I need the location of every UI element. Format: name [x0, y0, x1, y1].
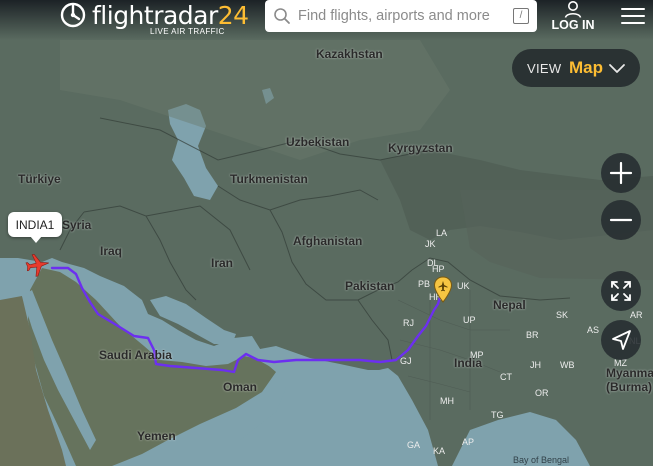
- view-selector[interactable]: VIEW Map: [512, 49, 640, 87]
- search-placeholder: Find flights, airports and more: [298, 8, 490, 24]
- state-code: BR: [526, 330, 539, 340]
- state-code: PB: [418, 279, 431, 289]
- state-code: GJ: [400, 356, 412, 366]
- login-button[interactable]: LOG IN: [550, 0, 596, 36]
- fullscreen-button[interactable]: [601, 271, 641, 311]
- label-iran: Iran: [211, 256, 234, 270]
- hamburger-menu-icon[interactable]: [621, 7, 645, 27]
- state-code: SK: [556, 310, 569, 320]
- state-code: AP: [462, 437, 475, 447]
- label-saudi-arabia: Saudi Arabia: [99, 348, 172, 362]
- state-code: JH: [530, 360, 541, 370]
- state-code: GA: [407, 440, 421, 450]
- zoom-in-icon: [609, 161, 633, 185]
- label-afghanistan: Afghanistan: [293, 234, 363, 248]
- search-shortcut-key: /: [513, 8, 529, 24]
- state-code: LA: [436, 228, 448, 238]
- locate-arrow-icon: [612, 330, 631, 350]
- flightradar24-logo[interactable]: flightradar24 LIVE AIR TRAFFIC: [60, 0, 249, 40]
- label-myanmar: Myanmar: [606, 366, 653, 380]
- zoom-out-button[interactable]: [601, 200, 641, 240]
- search-icon: [274, 8, 290, 24]
- label-turkiye: Türkiye: [18, 172, 61, 186]
- state-code: CT: [500, 372, 512, 382]
- logo-tagline: LIVE AIR TRAFFIC: [150, 27, 225, 36]
- state-code: JK: [425, 239, 436, 249]
- logo-number: 24: [217, 1, 249, 30]
- flight-callout[interactable]: INDIA1: [8, 212, 62, 243]
- state-code: DL: [427, 258, 439, 268]
- state-code: MH: [440, 396, 454, 406]
- state-code: AS: [587, 325, 600, 335]
- zoom-out-icon: [609, 218, 633, 222]
- logo-wordmark: flightradar: [92, 1, 218, 30]
- radar-logo-icon: [60, 2, 86, 28]
- label-syria: Syria: [62, 218, 92, 232]
- state-code: AR: [630, 310, 643, 320]
- state-code: OR: [535, 388, 549, 398]
- logo-text: flightradar24: [92, 1, 249, 30]
- fullscreen-icon: [611, 281, 631, 301]
- callout-tail: [30, 236, 42, 243]
- state-code: UP: [463, 315, 476, 325]
- airport-pin-icon[interactable]: [433, 276, 453, 304]
- state-code: RJ: [403, 318, 414, 328]
- view-label: VIEW: [527, 61, 562, 76]
- state-code: MP: [470, 350, 484, 360]
- user-icon: [564, 1, 582, 18]
- airplane-icon[interactable]: [24, 252, 50, 278]
- label-iraq: Iraq: [100, 244, 123, 258]
- label-yemen: Yemen: [137, 429, 176, 443]
- locate-button[interactable]: [601, 320, 641, 360]
- label-bay-of-bengal: Bay of Bengal: [513, 455, 570, 465]
- label-oman: Oman: [223, 380, 258, 394]
- label-turkmenistan: Turkmenistan: [230, 172, 308, 186]
- chevron-down-icon: [609, 64, 625, 73]
- state-code: UK: [457, 281, 470, 291]
- label-pakistan: Pakistan: [345, 279, 395, 293]
- login-label: LOG IN: [551, 18, 595, 32]
- view-value: Map: [569, 58, 603, 77]
- state-code: WB: [560, 360, 575, 370]
- label-kyrgyzstan: Kyrgyzstan: [388, 141, 453, 155]
- label-kazakhstan: Kazakhstan: [316, 47, 383, 61]
- flight-callsign: INDIA1: [15, 218, 55, 232]
- zoom-in-button[interactable]: [601, 153, 641, 193]
- search-input[interactable]: Find flights, airports and more /: [265, 0, 537, 32]
- label-nepal: Nepal: [493, 298, 526, 312]
- label-burma: (Burma): [606, 380, 653, 394]
- state-code: TG: [491, 410, 504, 420]
- label-uzbekistan: Uzbekistan: [286, 135, 350, 149]
- state-code: KA: [433, 446, 446, 456]
